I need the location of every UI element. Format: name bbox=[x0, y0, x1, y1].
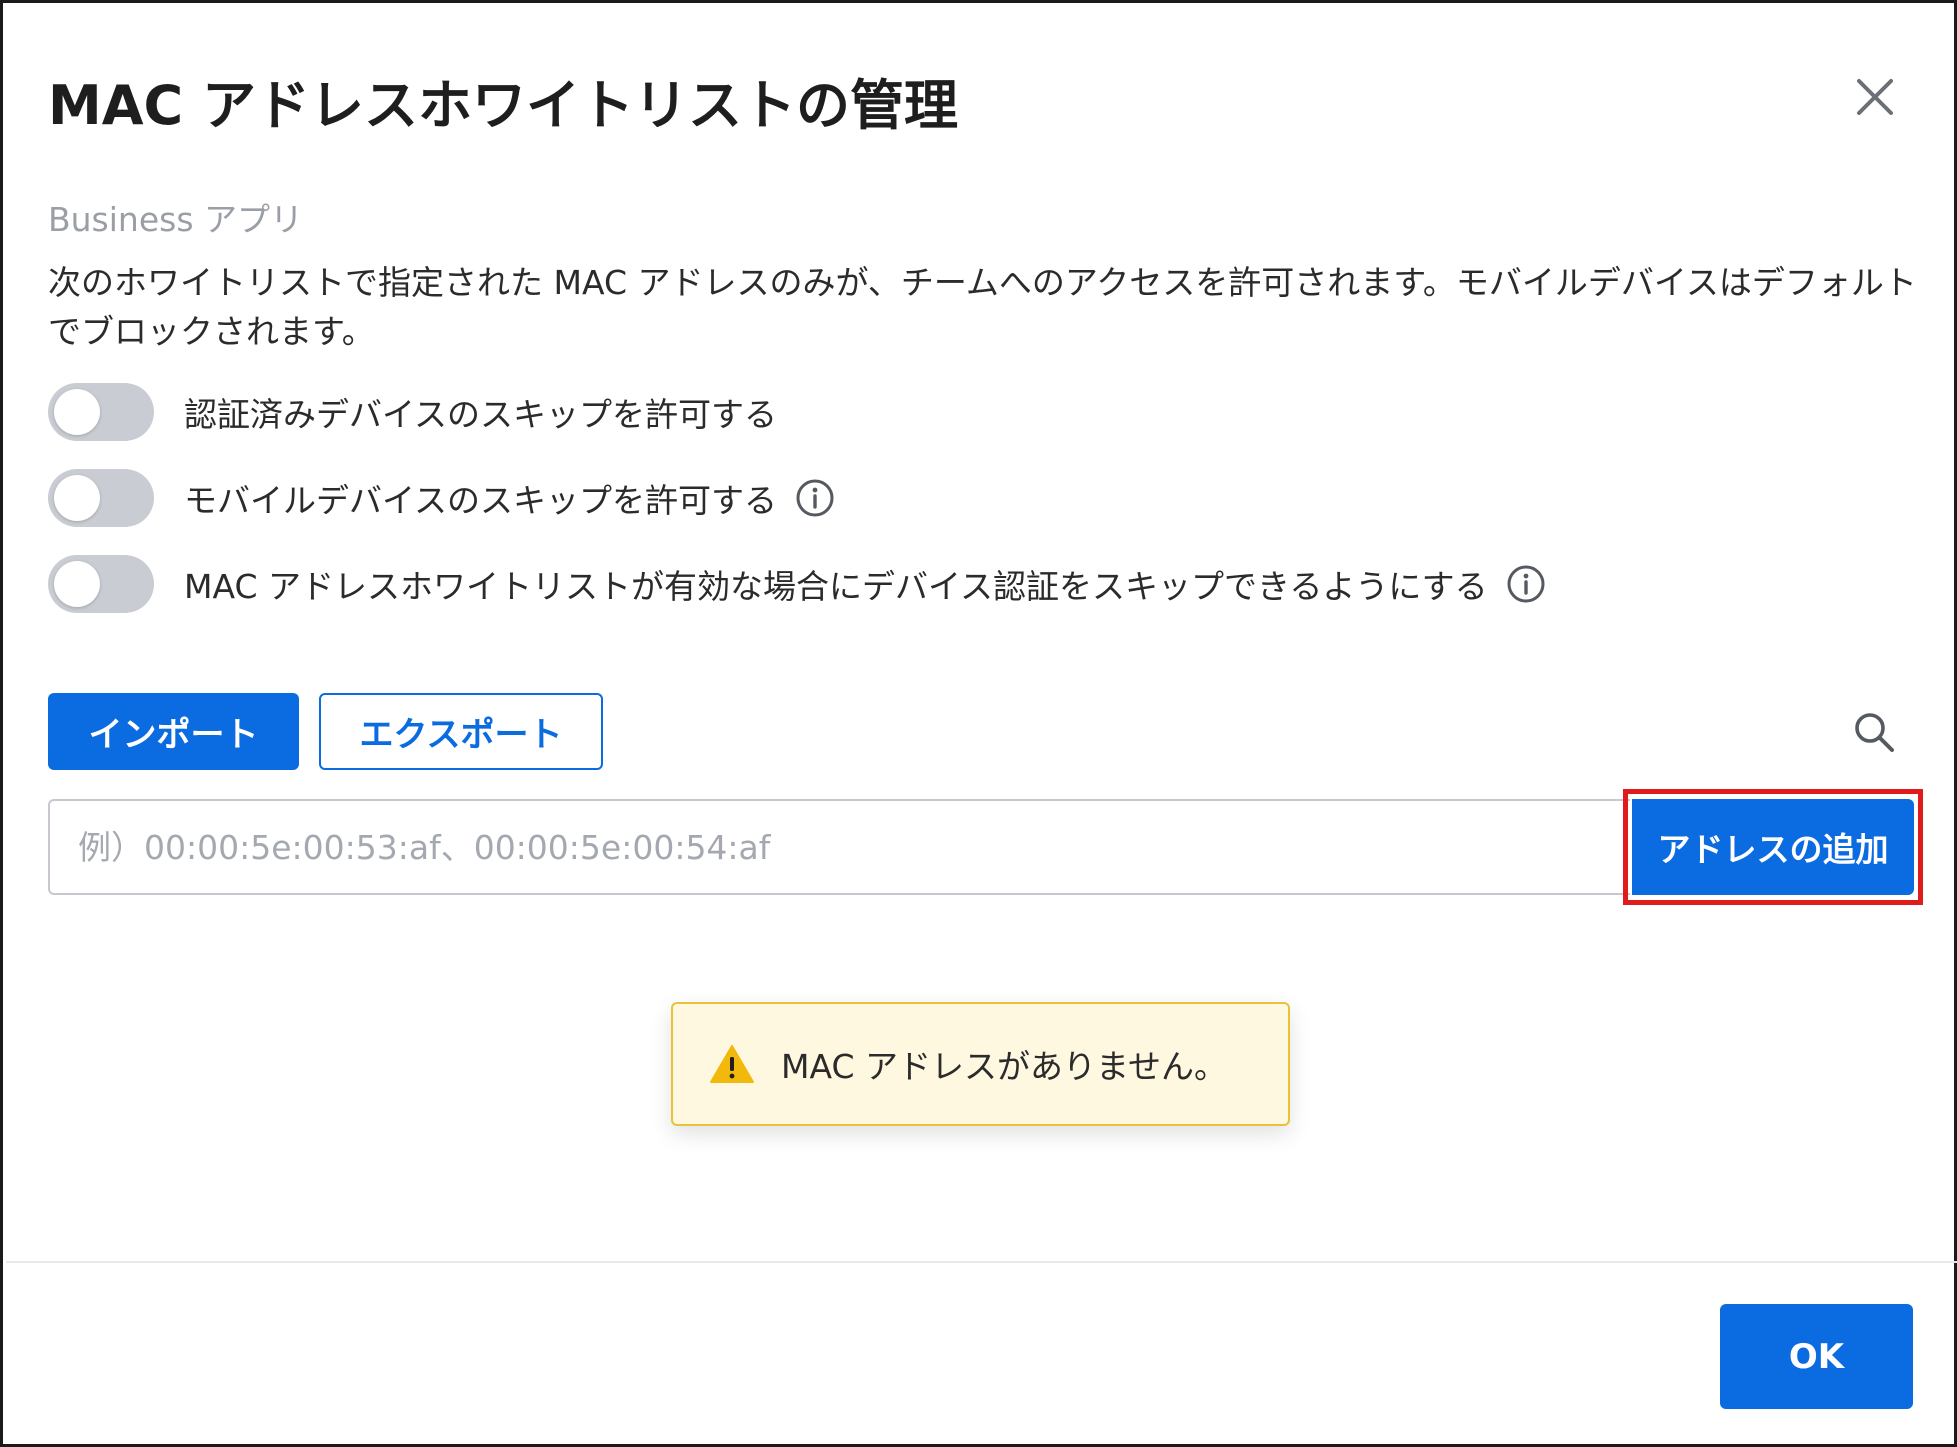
dialog-subtitle: Business アプリ bbox=[48, 200, 304, 239]
toggle-label: 認証済みデバイスのスキップを許可する bbox=[184, 395, 778, 434]
ok-button[interactable]: OK bbox=[1720, 1304, 1913, 1409]
search-button[interactable] bbox=[1851, 709, 1897, 755]
toggle-knob bbox=[54, 561, 100, 607]
dialog-description: 次のホワイトリストで指定された MAC アドレスのみが、チームへのアクセスを許可… bbox=[48, 263, 1917, 351]
toggle-knob bbox=[54, 389, 100, 435]
close-icon bbox=[1857, 79, 1893, 115]
import-button[interactable]: インポート bbox=[48, 693, 299, 770]
info-icon[interactable] bbox=[1506, 564, 1546, 604]
toggle-row-skip-mobile: モバイルデバイスのスキップを許可する bbox=[48, 469, 835, 527]
toggle-skip-authenticated[interactable] bbox=[48, 383, 154, 441]
footer-divider bbox=[6, 1261, 1957, 1263]
export-button[interactable]: エクスポート bbox=[319, 693, 603, 770]
toggle-row-skip-authenticated: 認証済みデバイスのスキップを許可する bbox=[48, 383, 777, 441]
empty-state-message: MAC アドレスがありません。 bbox=[781, 1047, 1228, 1086]
toggle-skip-mobile[interactable] bbox=[48, 469, 154, 527]
toggle-knob bbox=[54, 475, 100, 521]
empty-state-notice: MAC アドレスがありません。 bbox=[671, 1002, 1290, 1126]
dialog-title: MAC アドレスホワイトリストの管理 bbox=[48, 74, 958, 137]
toggle-label: MAC アドレスホワイトリストが有効な場合にデバイス認証をスキップできるようにす… bbox=[184, 567, 1488, 606]
add-address-button[interactable]: アドレスの追加 bbox=[1632, 799, 1914, 895]
toggle-row-skip-device-auth: MAC アドレスホワイトリストが有効な場合にデバイス認証をスキップできるようにす… bbox=[48, 555, 1546, 613]
search-icon bbox=[1855, 713, 1894, 752]
toggle-label: モバイルデバイスのスキップを許可する bbox=[184, 481, 778, 520]
warning-icon bbox=[710, 1045, 754, 1083]
mac-whitelist-dialog: MAC アドレスホワイトリストの管理 Business アプリ 次のホワイトリス… bbox=[0, 0, 1957, 1447]
mac-address-input[interactable] bbox=[48, 799, 1630, 895]
info-icon[interactable] bbox=[795, 478, 835, 518]
toggle-skip-device-auth[interactable] bbox=[48, 555, 154, 613]
close-button[interactable] bbox=[1849, 71, 1901, 123]
